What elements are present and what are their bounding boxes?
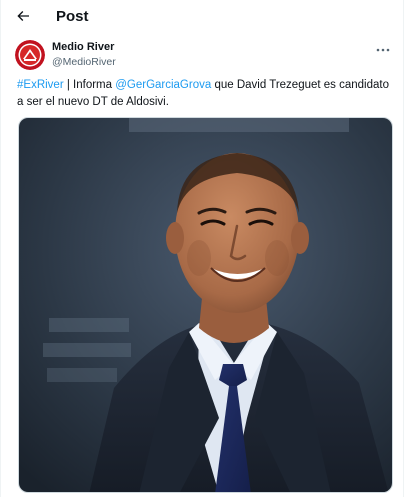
- post-detail-view: Post Medio River @MedioRiver #ExRiver | …: [0, 0, 404, 497]
- mention-link[interactable]: @GerGarciaGrova: [115, 79, 211, 91]
- more-horizontal-icon: [376, 39, 390, 57]
- page-title: Post: [56, 8, 89, 25]
- arrow-left-icon: [15, 8, 31, 29]
- photo-illustration: [19, 118, 392, 492]
- more-button[interactable]: [375, 42, 391, 54]
- avatar[interactable]: [15, 40, 45, 70]
- author-handle[interactable]: @MedioRiver: [52, 56, 116, 68]
- tweet-text-segment: | Informa: [63, 79, 116, 91]
- post-photo[interactable]: [18, 117, 393, 493]
- hashtag-link[interactable]: #ExRiver: [17, 79, 64, 91]
- author-name[interactable]: Medio River: [52, 41, 114, 53]
- top-bar: Post: [1, 0, 403, 36]
- back-button[interactable]: [11, 6, 35, 30]
- river-logo-icon: [15, 40, 45, 70]
- tweet-text: #ExRiver | Informa @GerGarciaGrova que D…: [17, 77, 397, 111]
